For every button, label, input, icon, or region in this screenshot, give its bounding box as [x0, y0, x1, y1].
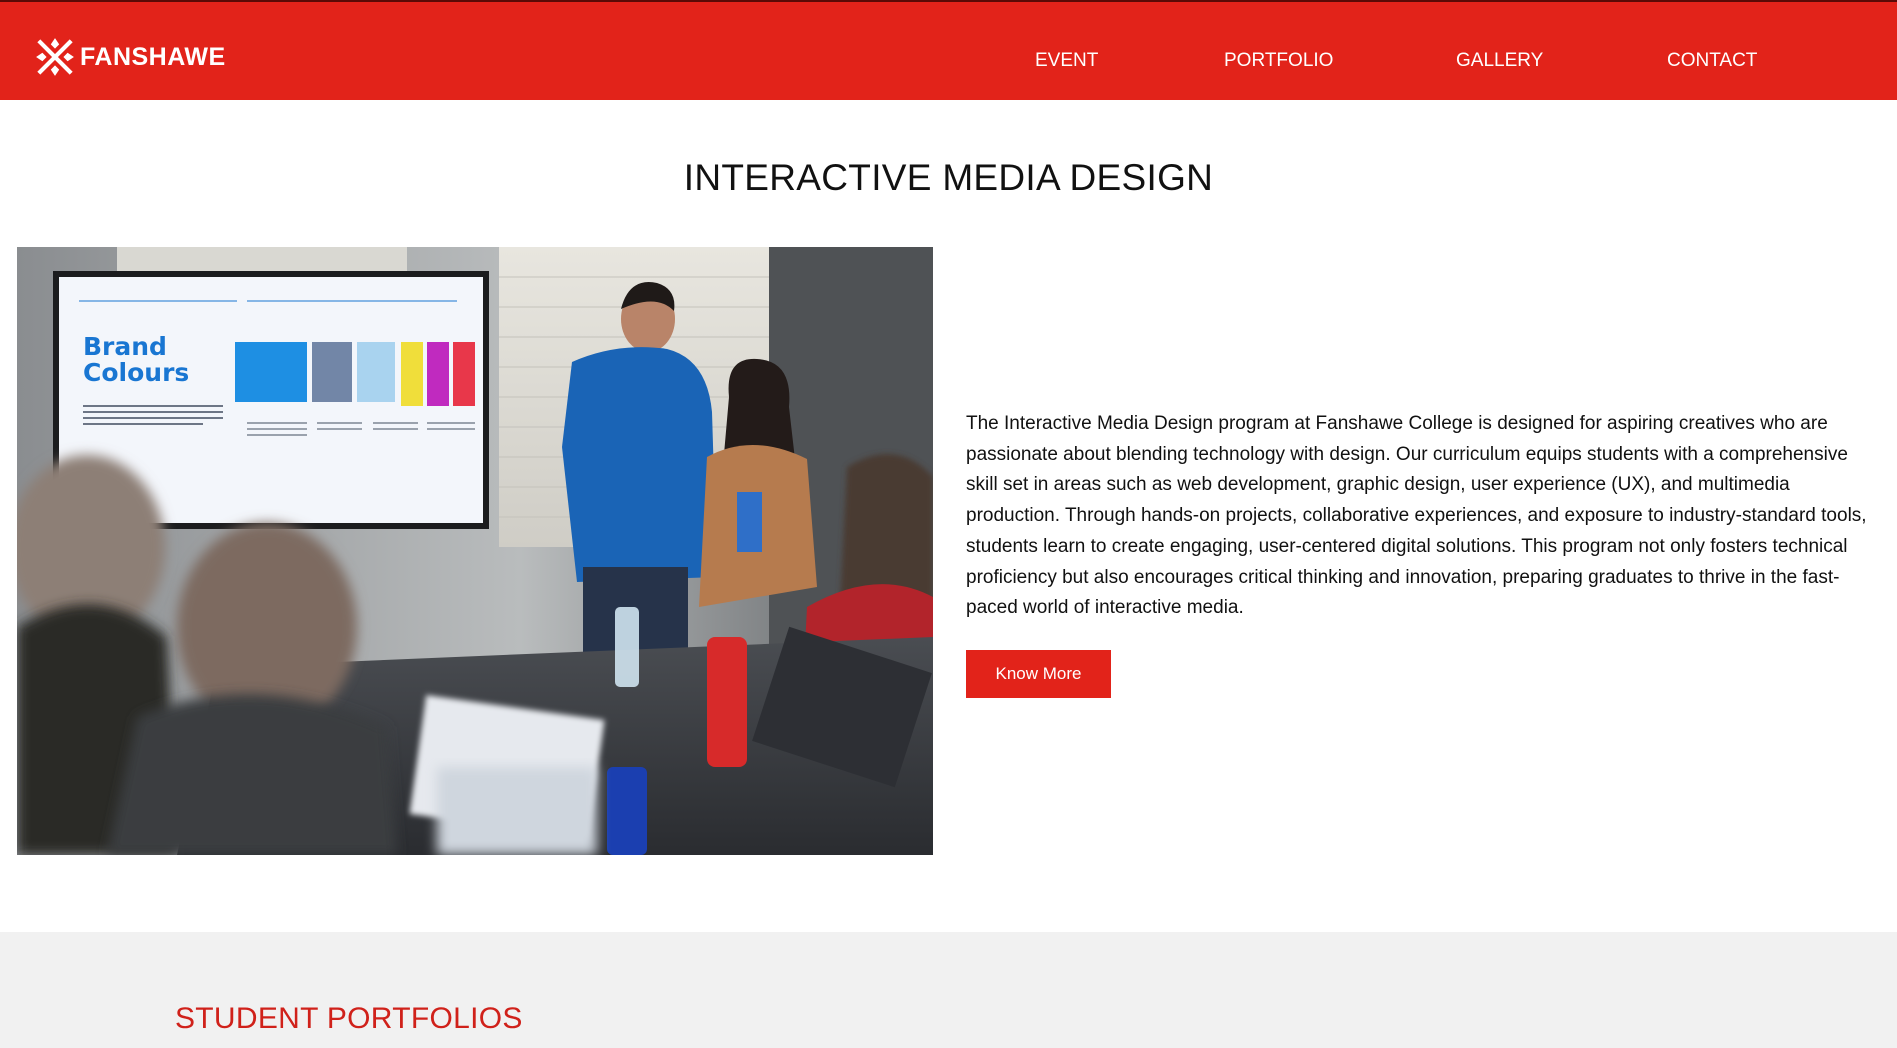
program-photo: Brand Colours: [17, 247, 933, 855]
nav-contact[interactable]: CONTACT: [1667, 50, 1757, 72]
fanshawe-logo-icon: [36, 38, 74, 76]
site-header: FANSHAWE EVENT PORTFOLIO GALLERY CONTACT: [0, 0, 1897, 100]
know-more-button[interactable]: Know More: [966, 650, 1111, 698]
student-portfolios-section: STUDENT PORTFOLIOS: [0, 932, 1897, 1048]
screen-heading-line2: Colours: [83, 358, 189, 387]
nav-event[interactable]: EVENT: [1035, 50, 1098, 72]
nav-portfolio[interactable]: PORTFOLIO: [1224, 50, 1333, 72]
nav-gallery[interactable]: GALLERY: [1456, 50, 1543, 72]
page-title: INTERACTIVE MEDIA DESIGN: [683, 157, 1214, 198]
student-portfolios-title: STUDENT PORTFOLIOS: [175, 1002, 523, 1035]
screen-heading-line1: Brand: [83, 332, 167, 361]
program-description: The Interactive Media Design program at …: [966, 413, 1867, 619]
brand-logo[interactable]: FANSHAWE: [34, 36, 226, 78]
classroom-presentation-image: Brand Colours: [17, 247, 933, 855]
brand-name: FANSHAWE: [80, 42, 226, 71]
